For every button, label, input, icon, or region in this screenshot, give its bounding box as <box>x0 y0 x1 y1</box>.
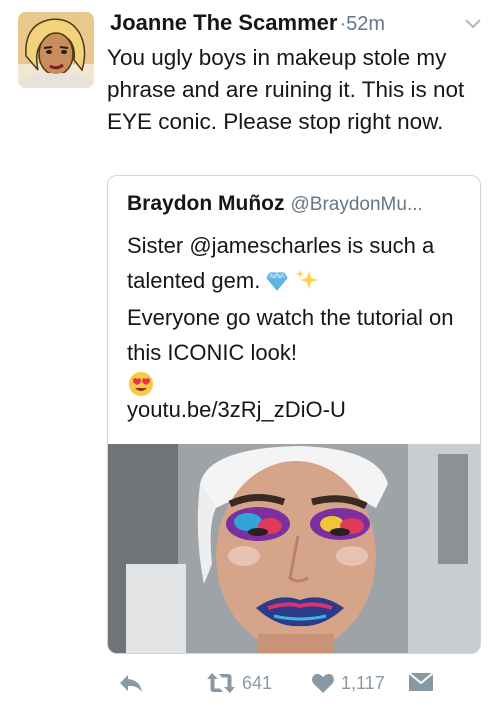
like-button[interactable]: 1,117 <box>311 672 385 694</box>
quoted-display-name: Braydon Muñoz <box>127 192 285 215</box>
gem-emoji-icon <box>266 267 289 302</box>
quoted-handle: @BraydonMu... <box>290 194 423 215</box>
tweet-text: You ugly boys in makeup stole my phrase … <box>107 45 465 134</box>
tweet[interactable]: Joanne The Scammer ·52m You ugly boys in … <box>0 0 500 706</box>
direct-message-button[interactable] <box>408 672 434 692</box>
direct-message-icon <box>408 672 434 691</box>
reply-button[interactable] <box>118 672 144 694</box>
quoted-text-line2: Everyone go watch the tutorial on this I… <box>127 305 454 365</box>
timestamp[interactable]: 52m <box>346 13 385 35</box>
display-name[interactable]: Joanne The Scammer <box>110 10 337 35</box>
quoted-media-photo[interactable] <box>108 444 481 654</box>
quoted-link[interactable]: youtu.be/3zRj_zDiO-U <box>127 397 346 423</box>
tweet-header: Joanne The Scammer ·52m <box>110 10 482 42</box>
retweet-icon <box>207 673 235 693</box>
avatar-cartoon-image <box>18 12 94 88</box>
avatar[interactable] <box>18 12 94 88</box>
quoted-tweet-card[interactable]: Braydon Muñoz @BraydonMu... Sister @james… <box>107 175 481 654</box>
quoted-tweet-text: Sister @jamescharles is such a talented … <box>127 229 467 409</box>
tweet-actions: 641 1,117 <box>0 668 500 704</box>
sparkles-emoji-icon <box>295 267 319 302</box>
chevron-down-icon[interactable] <box>464 18 482 30</box>
reply-icon <box>120 675 142 692</box>
quoted-tweet-header: Braydon Muñoz @BraydonMu... <box>127 192 472 216</box>
retweet-button[interactable]: 641 <box>206 672 272 694</box>
retweet-count: 641 <box>242 672 273 693</box>
like-icon <box>312 673 334 693</box>
like-count: 1,117 <box>341 672 385 693</box>
